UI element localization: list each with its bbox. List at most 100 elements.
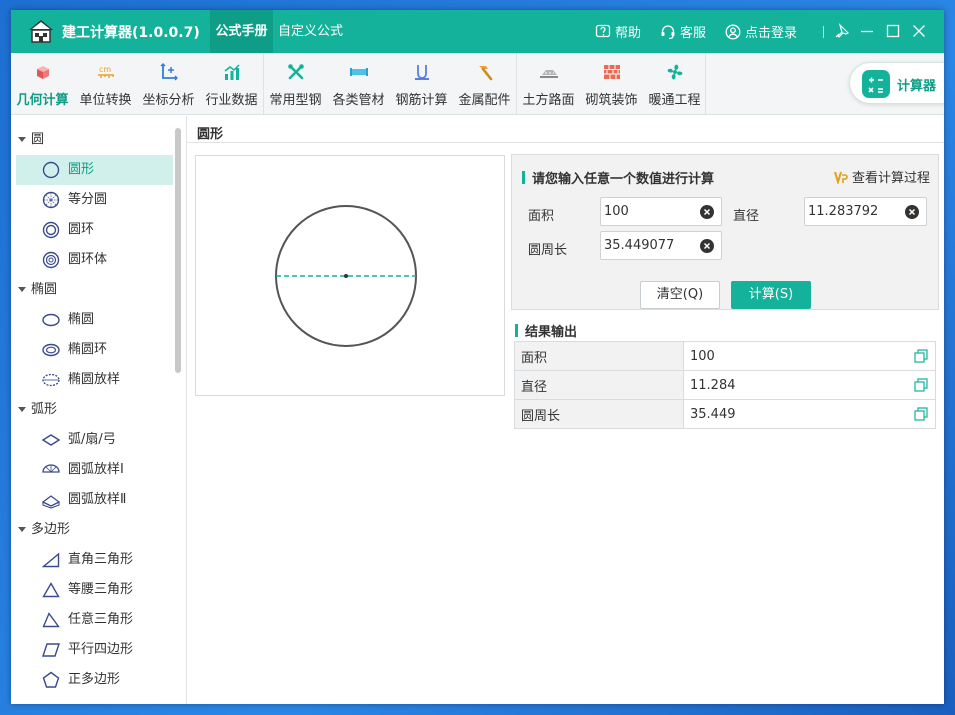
brick-icon xyxy=(603,65,620,79)
tree-group-ellipse[interactable]: 椭圆 xyxy=(11,275,171,305)
clear-button[interactable]: 清空(Q) xyxy=(640,281,720,309)
copy-icon[interactable] xyxy=(914,378,928,392)
result-key: 面积 xyxy=(514,341,684,371)
tree-item-label: 圆环体 xyxy=(68,252,108,267)
tree-item-label: 正多边形 xyxy=(68,672,121,687)
tree-item-ellipse[interactable]: 椭圆 xyxy=(16,305,173,335)
result-value-cell: 100 xyxy=(683,341,936,371)
rebar-icon xyxy=(414,65,429,80)
tree-item-arc-sector-segment[interactable]: 弧/扇/弓 xyxy=(16,425,173,455)
close-icon[interactable] xyxy=(910,22,928,40)
tree-item-arc-layout-2[interactable]: 圆弧放样Ⅱ xyxy=(16,485,173,515)
table-row: 面积 100 xyxy=(514,341,936,371)
tree-item-label: 圆弧放样Ⅱ xyxy=(68,492,127,507)
clear-icon[interactable] xyxy=(905,205,919,219)
calculator-button[interactable]: 计算器 xyxy=(849,62,944,104)
area-field[interactable] xyxy=(600,197,722,226)
result-value-cell: 35.449 xyxy=(683,399,936,429)
tree-item-isosceles-triangle[interactable]: 等腰三角形 xyxy=(16,575,173,605)
tree-item-label: 圆环 xyxy=(68,222,95,237)
right-triangle-icon xyxy=(42,552,60,568)
result-table: 面积 100 直径 11.284 圆周长 35.449 xyxy=(514,341,936,429)
tree-item-ring[interactable]: 圆环 xyxy=(16,215,173,245)
toolbar-industry-data[interactable]: 行业数据 xyxy=(200,53,263,115)
copy-icon[interactable] xyxy=(914,349,928,363)
tree-group-label: 多边形 xyxy=(31,522,71,537)
toolbar-geometry[interactable]: 几何计算 xyxy=(11,53,74,115)
toolbar-unit-conversion[interactable]: cm 单位转换 xyxy=(74,53,137,115)
input-heading: 请您输入任意一个数值进行计算 xyxy=(522,168,714,187)
toolbar-label: 暖通工程 xyxy=(648,93,701,108)
titlebar-divider xyxy=(823,26,824,38)
sidebar-scrollbar[interactable] xyxy=(175,128,181,373)
diameter-field[interactable] xyxy=(804,197,927,226)
arc-sector-icon xyxy=(42,434,60,446)
heading-bar xyxy=(515,324,518,337)
toolbar-rebar[interactable]: 钢筋计算 xyxy=(390,53,453,115)
toolbar-label: 坐标分析 xyxy=(142,93,195,108)
tree-item-circle[interactable]: 圆形 xyxy=(16,155,173,185)
result-value-cell: 11.284 xyxy=(683,370,936,400)
pin-icon[interactable] xyxy=(833,22,851,40)
clear-icon[interactable] xyxy=(700,205,714,219)
help-button[interactable]: 帮助 xyxy=(595,22,641,41)
toolbar-label: 钢筋计算 xyxy=(395,93,448,108)
toolbar-pipes[interactable]: 各类管材 xyxy=(327,53,390,115)
minimize-icon[interactable] xyxy=(858,22,876,40)
tree-item-arc-layout-1[interactable]: 圆弧放样Ⅰ xyxy=(16,455,173,485)
tree-group-polygon[interactable]: 多边形 xyxy=(11,515,171,545)
toolbar-masonry[interactable]: 砌筑装饰 xyxy=(580,53,643,115)
tree-group-circle[interactable]: 圆 xyxy=(11,125,171,155)
tree-item-regular-polygon[interactable]: 正多边形 xyxy=(16,665,173,695)
tree-group-label: 弧形 xyxy=(31,402,58,417)
copy-icon[interactable] xyxy=(914,407,928,421)
tree-item-any-triangle[interactable]: 任意三角形 xyxy=(16,605,173,635)
tab-formula-manual[interactable]: 公式手册 xyxy=(210,10,273,53)
tree-item-label: 等分圆 xyxy=(68,192,108,207)
caret-down-icon xyxy=(18,137,26,142)
road-icon xyxy=(539,70,558,78)
isosceles-triangle-icon xyxy=(42,582,60,598)
toolbar-metal-parts[interactable]: 金属配件 xyxy=(453,53,516,115)
view-process-label: 查看计算过程 xyxy=(852,171,931,186)
tree-item-label: 直角三角形 xyxy=(68,552,134,567)
maximize-icon[interactable] xyxy=(884,22,902,40)
calculate-button[interactable]: 计算(S) xyxy=(731,281,811,309)
tree-group-arc[interactable]: 弧形 xyxy=(11,395,171,425)
circumference-field[interactable] xyxy=(600,231,722,260)
title-bar: 建工计算器(1.0.0.7) 公式手册 自定义公式 帮助 客服 点击登录 xyxy=(11,10,944,53)
tree-item-parallelogram[interactable]: 平行四边形 xyxy=(16,635,173,665)
toolbar-steel-section[interactable]: 常用型钢 xyxy=(264,53,327,115)
login-button[interactable]: 点击登录 xyxy=(725,22,797,41)
tab-custom-formula[interactable]: 自定义公式 xyxy=(278,10,343,53)
tree-item-torus[interactable]: 圆环体 xyxy=(16,245,173,275)
result-value: 100 xyxy=(690,348,715,364)
result-heading-text: 结果输出 xyxy=(525,325,578,340)
fan-icon xyxy=(667,64,682,80)
circle-diagram xyxy=(195,155,505,396)
toolbar-label: 常用型钢 xyxy=(269,93,322,108)
tree-item-ellipse-layout[interactable]: 椭圆放样 xyxy=(16,365,173,395)
toolbar-coordinate[interactable]: 坐标分析 xyxy=(137,53,200,115)
tree-item-right-triangle[interactable]: 直角三角形 xyxy=(16,545,173,575)
service-button[interactable]: 客服 xyxy=(660,22,706,41)
help-icon xyxy=(595,24,611,37)
toolbar-hvac[interactable]: 暖通工程 xyxy=(643,53,706,115)
toolbar-label: 单位转换 xyxy=(79,93,132,108)
app-title: 建工计算器(1.0.0.7) xyxy=(62,25,200,41)
tree-item-elliptical-ring[interactable]: 椭圆环 xyxy=(16,335,173,365)
tree-item-label: 弧/扇/弓 xyxy=(68,432,116,447)
toolbar-earthwork[interactable]: 土方路面 xyxy=(517,53,580,115)
clear-icon[interactable] xyxy=(700,239,714,253)
view-process-link[interactable]: 查看计算过程 xyxy=(834,167,930,186)
category-toolbar: 几何计算 cm 单位转换 坐标分析 行业数据 常用型钢 各类管材 钢筋计算 金属… xyxy=(11,53,944,115)
triangle-icon xyxy=(42,612,60,628)
torus-icon xyxy=(42,251,60,269)
tree-group-label: 圆 xyxy=(31,132,45,147)
input-panel: 请您输入任意一个数值进行计算 查看计算过程 面积 直径 圆周长 清空(Q) 计算… xyxy=(511,154,939,310)
tree-item-label: 椭圆环 xyxy=(68,342,108,357)
ellipse-layout-icon xyxy=(42,373,60,387)
bar-chart-icon xyxy=(224,64,240,80)
elliptical-ring-icon xyxy=(42,343,60,357)
tree-item-divided-circle[interactable]: 等分圆 xyxy=(16,185,173,215)
